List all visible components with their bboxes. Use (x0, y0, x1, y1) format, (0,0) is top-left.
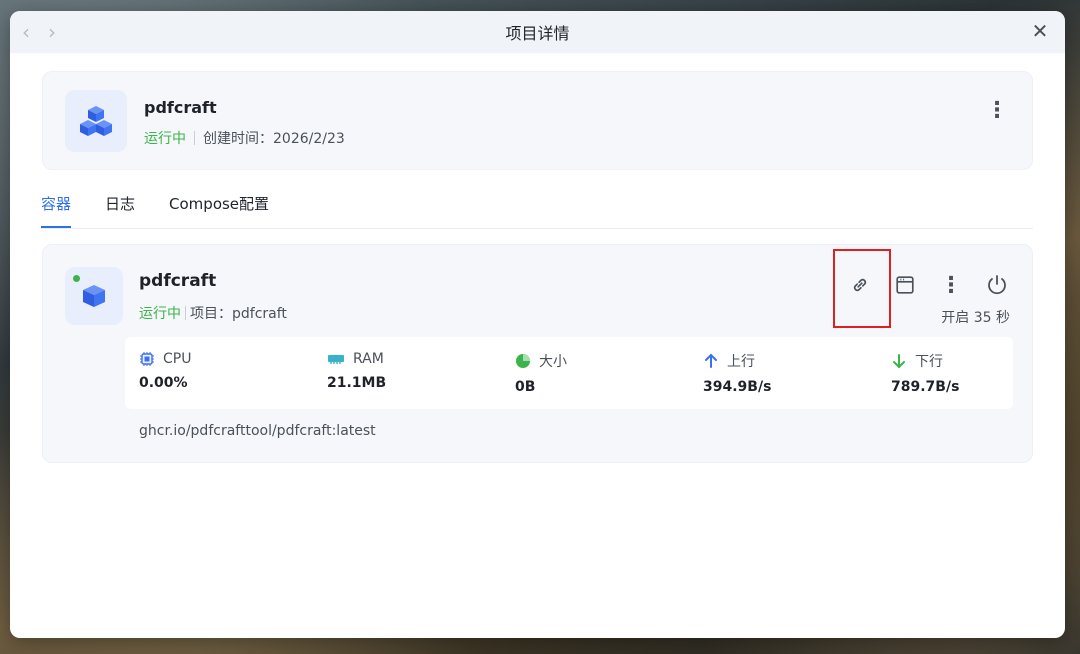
stat-label: 大小 (539, 354, 567, 370)
cpu-icon (140, 352, 154, 366)
container-more-button[interactable]: ⋮ (933, 267, 969, 303)
stat-value: 0.00% (139, 375, 188, 391)
running-indicator (73, 275, 80, 282)
project-detail-window: ‹ › 项目详情 ✕ pdfcraft 运行中 创建时间：2026/2/23 ⋮… (10, 11, 1065, 638)
container-image: ghcr.io/pdfcrafttool/pdfcraft:latest (139, 423, 376, 439)
arrow-down-icon (893, 354, 905, 369)
project-name: pdfcraft (144, 98, 217, 117)
container-name: pdfcraft (139, 271, 217, 291)
tab-containers[interactable]: 容器 (41, 189, 72, 228)
titlebar: ‹ › 项目详情 ✕ (10, 11, 1065, 53)
browser-window-icon (896, 276, 914, 294)
stat-value: 21.1MB (327, 375, 387, 391)
link-icon (853, 278, 867, 292)
project-meta: 运行中 创建时间：2026/2/23 (144, 128, 345, 148)
cubes-icon (65, 90, 127, 152)
project-status: 运行中 (144, 131, 186, 147)
stat-ram: RAM 21.1MB (327, 351, 386, 391)
ram-icon (328, 355, 344, 364)
tab-compose-config[interactable]: Compose配置 (169, 189, 269, 228)
container-status: 运行中 (139, 306, 181, 322)
stat-label: RAM (353, 351, 384, 367)
stat-label: CPU (163, 351, 192, 367)
more-vertical-icon: ⋮ (940, 272, 962, 298)
close-icon[interactable]: ✕ (1029, 20, 1051, 42)
container-uptime: 开启 35 秒 (941, 310, 1010, 326)
container-card[interactable]: pdfcraft 运行中 项目：pdfcraft ⋮ 开启 35 秒 CPU 0… (42, 244, 1033, 463)
pie-chart-icon (516, 354, 530, 368)
arrow-up-icon (705, 353, 717, 368)
container-meta: 运行中 项目：pdfcraft (139, 303, 287, 323)
power-button[interactable] (979, 267, 1015, 303)
container-project: 项目：pdfcraft (190, 306, 287, 322)
stat-download: 下行 789.7B/s (891, 351, 959, 395)
power-icon (988, 275, 1006, 295)
stat-label: 下行 (915, 354, 943, 370)
divider (185, 306, 186, 320)
tab-logs[interactable]: 日志 (105, 189, 135, 228)
stat-value: 0B (515, 379, 536, 395)
container-stats: CPU 0.00% RAM 21.1MB 大小 0B 上行 394.9B/s 下… (125, 337, 1013, 409)
stat-upload: 上行 394.9B/s (703, 351, 771, 395)
stat-value: 789.7B/s (891, 379, 960, 395)
open-web-ui-button[interactable] (887, 267, 923, 303)
tab-bar: 容器 日志 Compose配置 (41, 189, 1033, 229)
chevron-left-icon[interactable]: ‹ (22, 21, 30, 43)
stat-size: 大小 0B (515, 351, 567, 395)
chevron-right-icon[interactable]: › (48, 21, 56, 43)
stat-cpu: CPU 0.00% (139, 351, 191, 391)
open-link-button[interactable] (842, 267, 878, 303)
divider (194, 131, 195, 145)
nav-arrows: ‹ › (22, 21, 56, 43)
more-vertical-icon[interactable]: ⋮ (986, 96, 1008, 126)
stat-label: 上行 (727, 354, 755, 370)
window-title: 项目详情 (505, 24, 570, 43)
stat-value: 394.9B/s (703, 379, 772, 395)
project-created-time: 创建时间：2026/2/23 (203, 131, 345, 147)
project-card: pdfcraft 运行中 创建时间：2026/2/23 ⋮ (42, 71, 1033, 170)
